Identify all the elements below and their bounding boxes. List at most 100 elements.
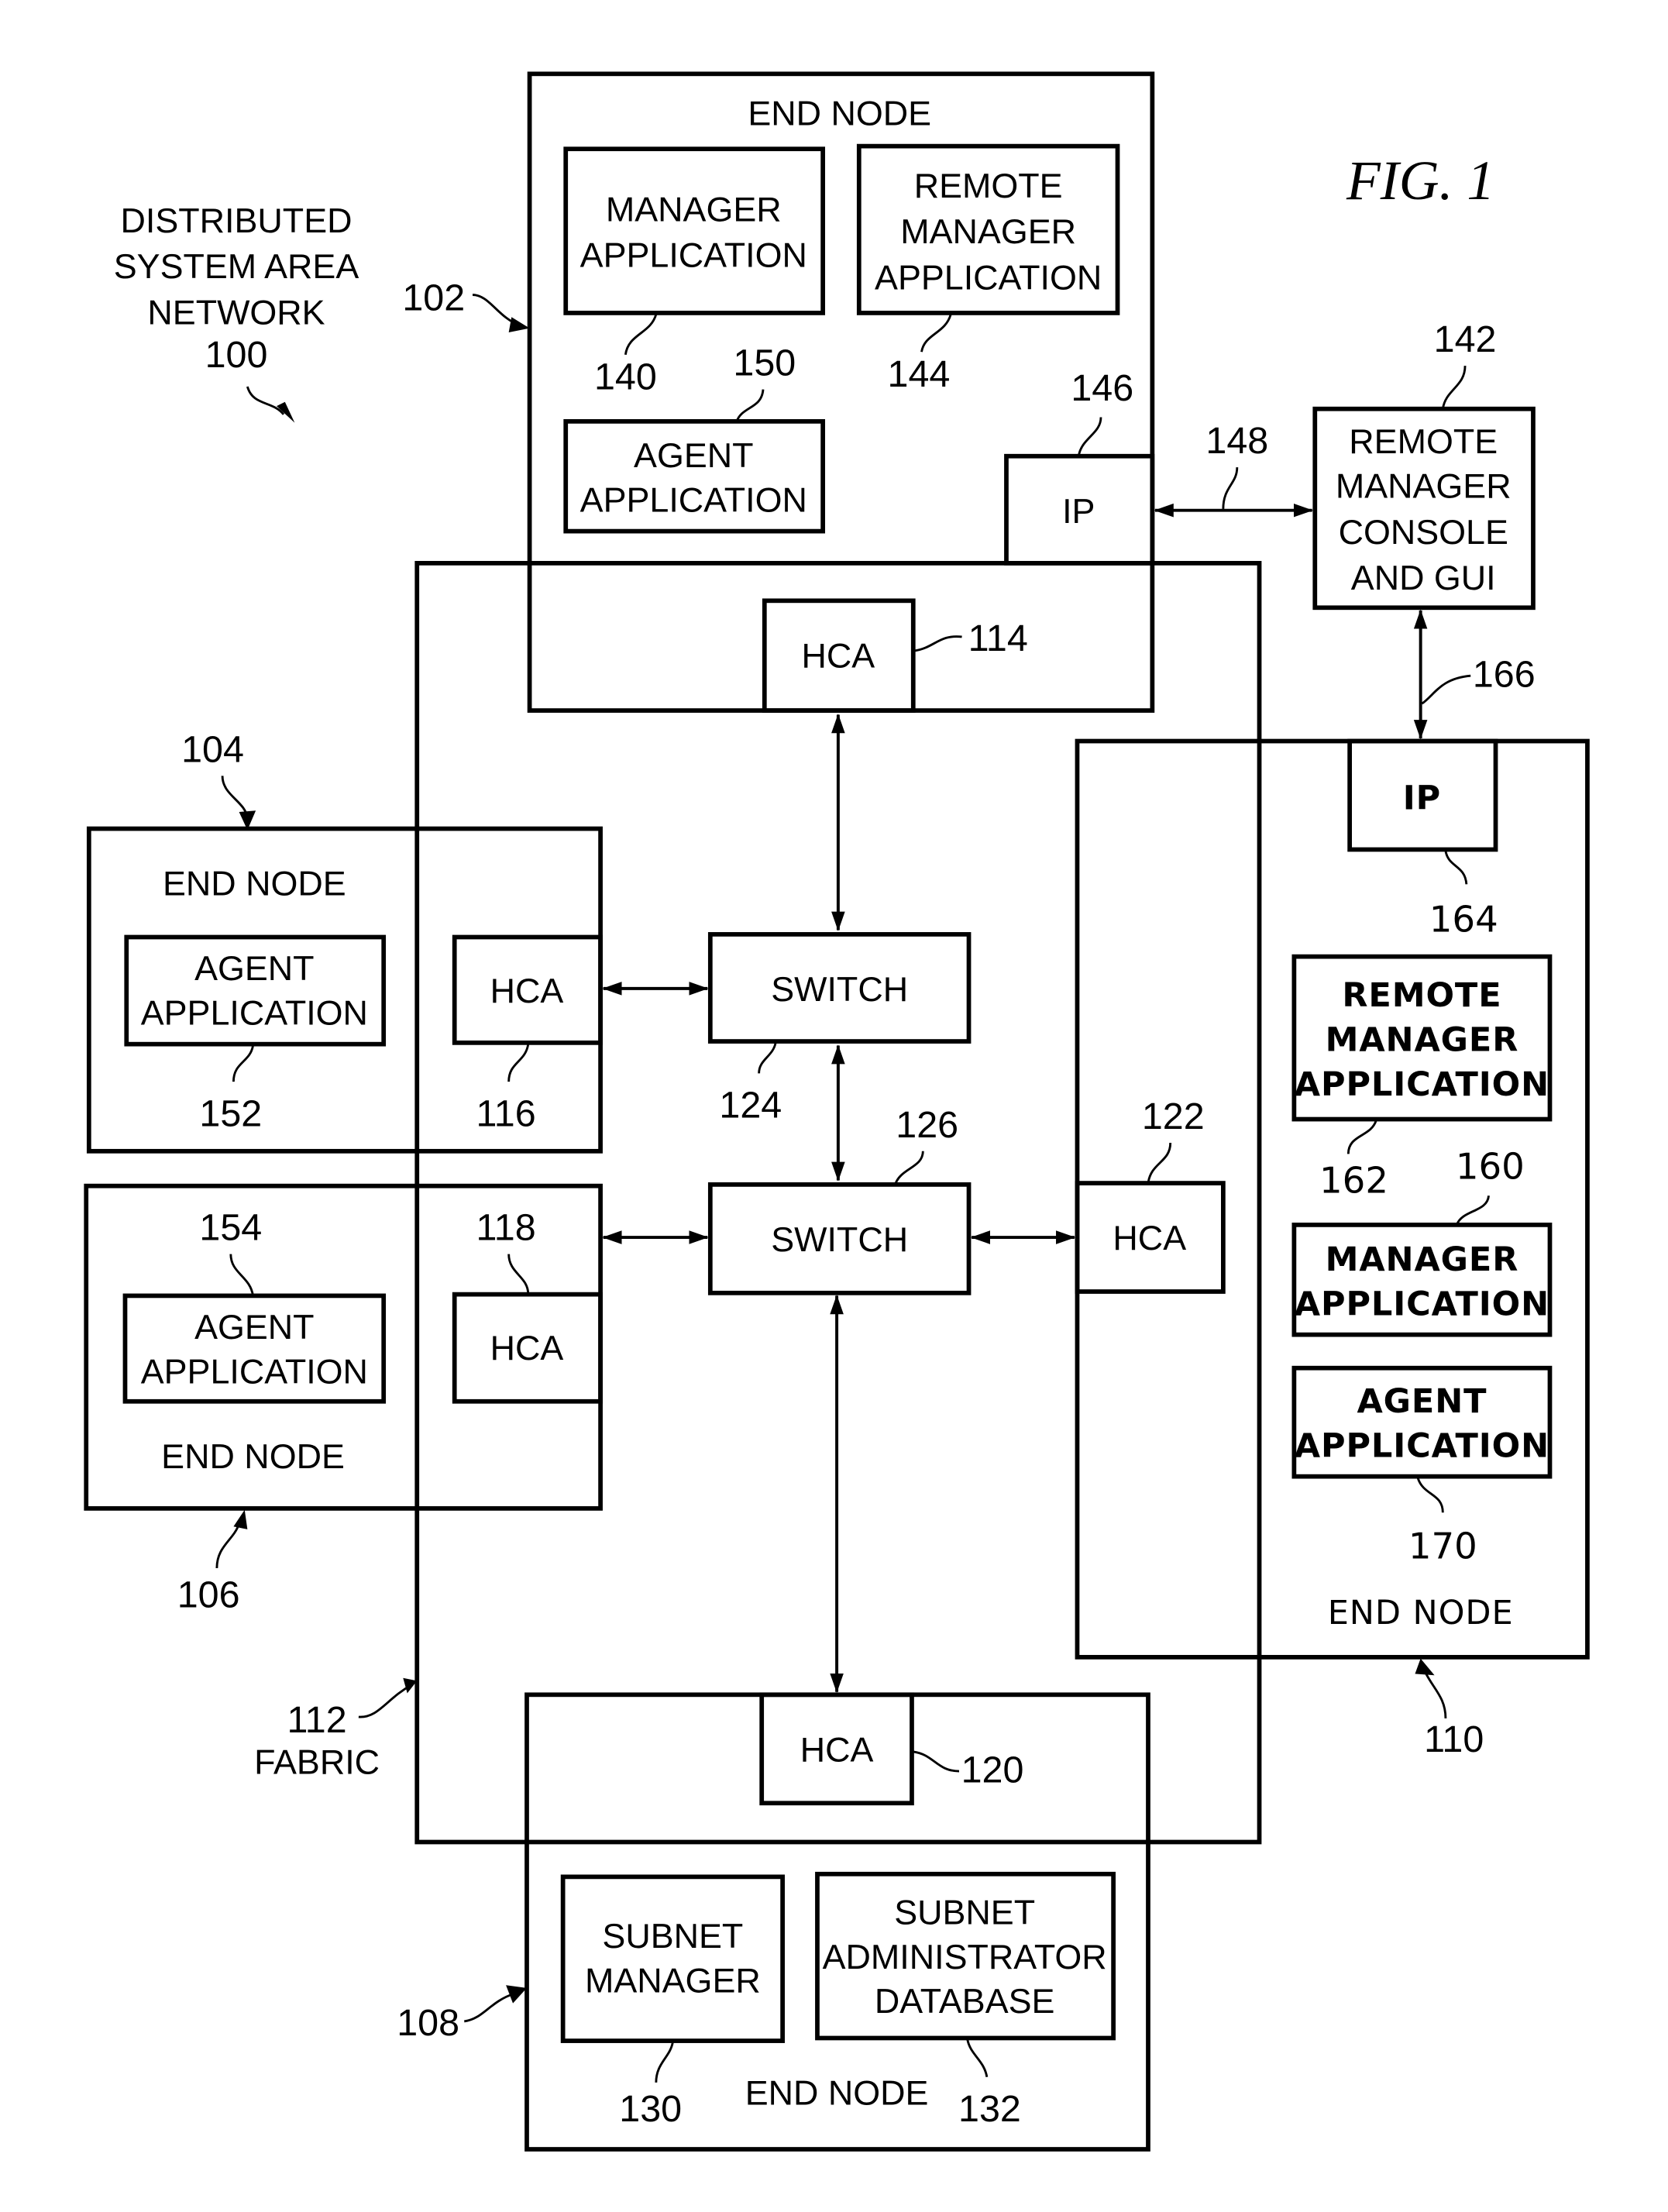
end-node-title: END NODE [748, 94, 931, 133]
network-title-line: NETWORK [147, 292, 325, 332]
box-label: MANAGER [1326, 1240, 1519, 1279]
leader-line [735, 389, 765, 422]
ref-102: 102 [402, 277, 465, 318]
arrow-head-icon [508, 317, 530, 333]
ref-118: 118 [476, 1207, 535, 1249]
leader-line [966, 2038, 989, 2078]
leader-line [1222, 467, 1239, 509]
leader-line [232, 1045, 254, 1082]
figure-title: FIG. 1 [1346, 150, 1494, 212]
box-label: MANAGER [606, 190, 782, 229]
ref-104: 104 [181, 728, 244, 770]
box-label: HCA [490, 971, 564, 1010]
leader-line [1455, 1195, 1490, 1226]
box-label: REMOTE [1342, 976, 1501, 1015]
leader-line [1077, 417, 1102, 457]
end-node-102: END NODE 102 MANAGER APPLICATION 140 REM… [402, 71, 1155, 713]
network-title-line: DISTRIBUTED [121, 201, 353, 240]
leader-line [913, 1750, 960, 1773]
manager-application-box[interactable] [563, 146, 826, 315]
leader-line [1421, 674, 1471, 705]
box-label: HCA [800, 1729, 874, 1769]
leader-line [507, 1254, 530, 1295]
box-label: REMOTE [1349, 421, 1498, 461]
ref-142: 142 [1434, 318, 1497, 360]
box-label: AGENT [1357, 1382, 1487, 1421]
subnet-manager-box[interactable] [560, 1874, 785, 2043]
network-title-line: SYSTEM AREA [114, 246, 359, 286]
ref-126: 126 [896, 1104, 958, 1146]
ref-162: 162 [1319, 1160, 1388, 1202]
box-label: APPLICATION [580, 236, 807, 275]
leader-line [221, 776, 249, 818]
ref-106: 106 [177, 1574, 240, 1615]
end-node-104: 104 END NODE AGENT APPLICATION 152 HCA 1… [86, 728, 603, 1154]
ref-152: 152 [199, 1093, 262, 1135]
leader-line [1416, 1477, 1444, 1513]
arrow-head-icon [233, 1509, 248, 1529]
end-node-title: END NODE [163, 864, 346, 903]
ref-122: 122 [1142, 1096, 1205, 1137]
ref-124: 124 [719, 1085, 782, 1127]
fabric-label: FABRIC [254, 1742, 380, 1782]
ref-170: 170 [1408, 1526, 1477, 1567]
box-label: DATABASE [875, 1981, 1055, 2021]
box-label: REMOTE [914, 166, 1063, 205]
box-label: APPLICATION [141, 993, 368, 1033]
end-node-106: 154 AGENT APPLICATION END NODE 118 HCA 1… [84, 1183, 603, 1615]
box-label: AGENT [194, 1307, 314, 1347]
leader-line [894, 1151, 924, 1185]
box-label: APPLICATION [1295, 1285, 1549, 1324]
arrow-head-icon [506, 1985, 527, 2004]
leader-line [507, 1044, 530, 1082]
end-node-108: HCA 120 SUBNET MANAGER 130 SUBNET ADMINI… [397, 1692, 1150, 2152]
box-label: APPLICATION [1295, 1427, 1549, 1466]
leader-line [215, 1523, 240, 1569]
box-label: IP [1062, 491, 1095, 531]
leader-line [655, 2042, 674, 2083]
box-label: AGENT [194, 948, 314, 988]
ref-116: 116 [476, 1093, 535, 1135]
leader-line [464, 1992, 515, 2023]
box-label: APPLICATION [141, 1351, 368, 1391]
ref-112: 112 [287, 1699, 346, 1741]
network-title: DISTRIBUTED SYSTEM AREA NETWORK 100 [114, 201, 359, 423]
network-diagram: FIG. 1 DISTRIBUTED SYSTEM AREA NETWORK 1… [84, 71, 1590, 2152]
box-label: AND GUI [1351, 558, 1496, 597]
ref-146: 146 [1071, 367, 1133, 409]
leader-line [914, 635, 962, 652]
box-label: SUBNET [602, 1916, 743, 1956]
arrow-head-icon [1415, 1658, 1435, 1676]
arrow-head-icon [277, 401, 295, 423]
box-label: SUBNET [894, 1892, 1035, 1932]
ref-164: 164 [1429, 898, 1498, 940]
box-label: MANAGER [585, 1960, 761, 2000]
ref-150: 150 [733, 342, 796, 384]
ref-114: 114 [968, 618, 1028, 659]
end-node-title: END NODE [1328, 1594, 1514, 1632]
ref-154: 154 [199, 1207, 262, 1249]
box-label: CONSOLE [1339, 512, 1508, 552]
ref-130: 130 [619, 2088, 682, 2130]
end-node-110: IP 164 REMOTE MANAGER APPLICATION 162 16… [1075, 738, 1590, 1760]
ref-120: 120 [961, 1749, 1024, 1791]
ref-144: 144 [888, 353, 951, 395]
end-node-title: END NODE [745, 2073, 929, 2113]
leader-line [1346, 1120, 1377, 1154]
leader-line [758, 1042, 777, 1074]
remote-manager-console: 142 REMOTE MANAGER CONSOLE AND GUI [1312, 318, 1536, 611]
box-label: APPLICATION [1295, 1065, 1549, 1104]
box-label: SWITCH [771, 969, 908, 1009]
leader-line [920, 314, 952, 353]
box-label: HCA [802, 635, 875, 675]
ref-108: 108 [397, 2002, 459, 2044]
leader-line [246, 386, 285, 415]
box-label: SWITCH [771, 1220, 908, 1259]
ref-100: 100 [205, 334, 268, 376]
box-label: MANAGER [1336, 466, 1512, 506]
leader-line [1147, 1142, 1172, 1184]
box-label: ADMINISTRATOR [823, 1937, 1107, 1976]
leader-line [358, 1684, 412, 1718]
box-label: AGENT [634, 435, 753, 475]
leader-line [1422, 1667, 1447, 1718]
